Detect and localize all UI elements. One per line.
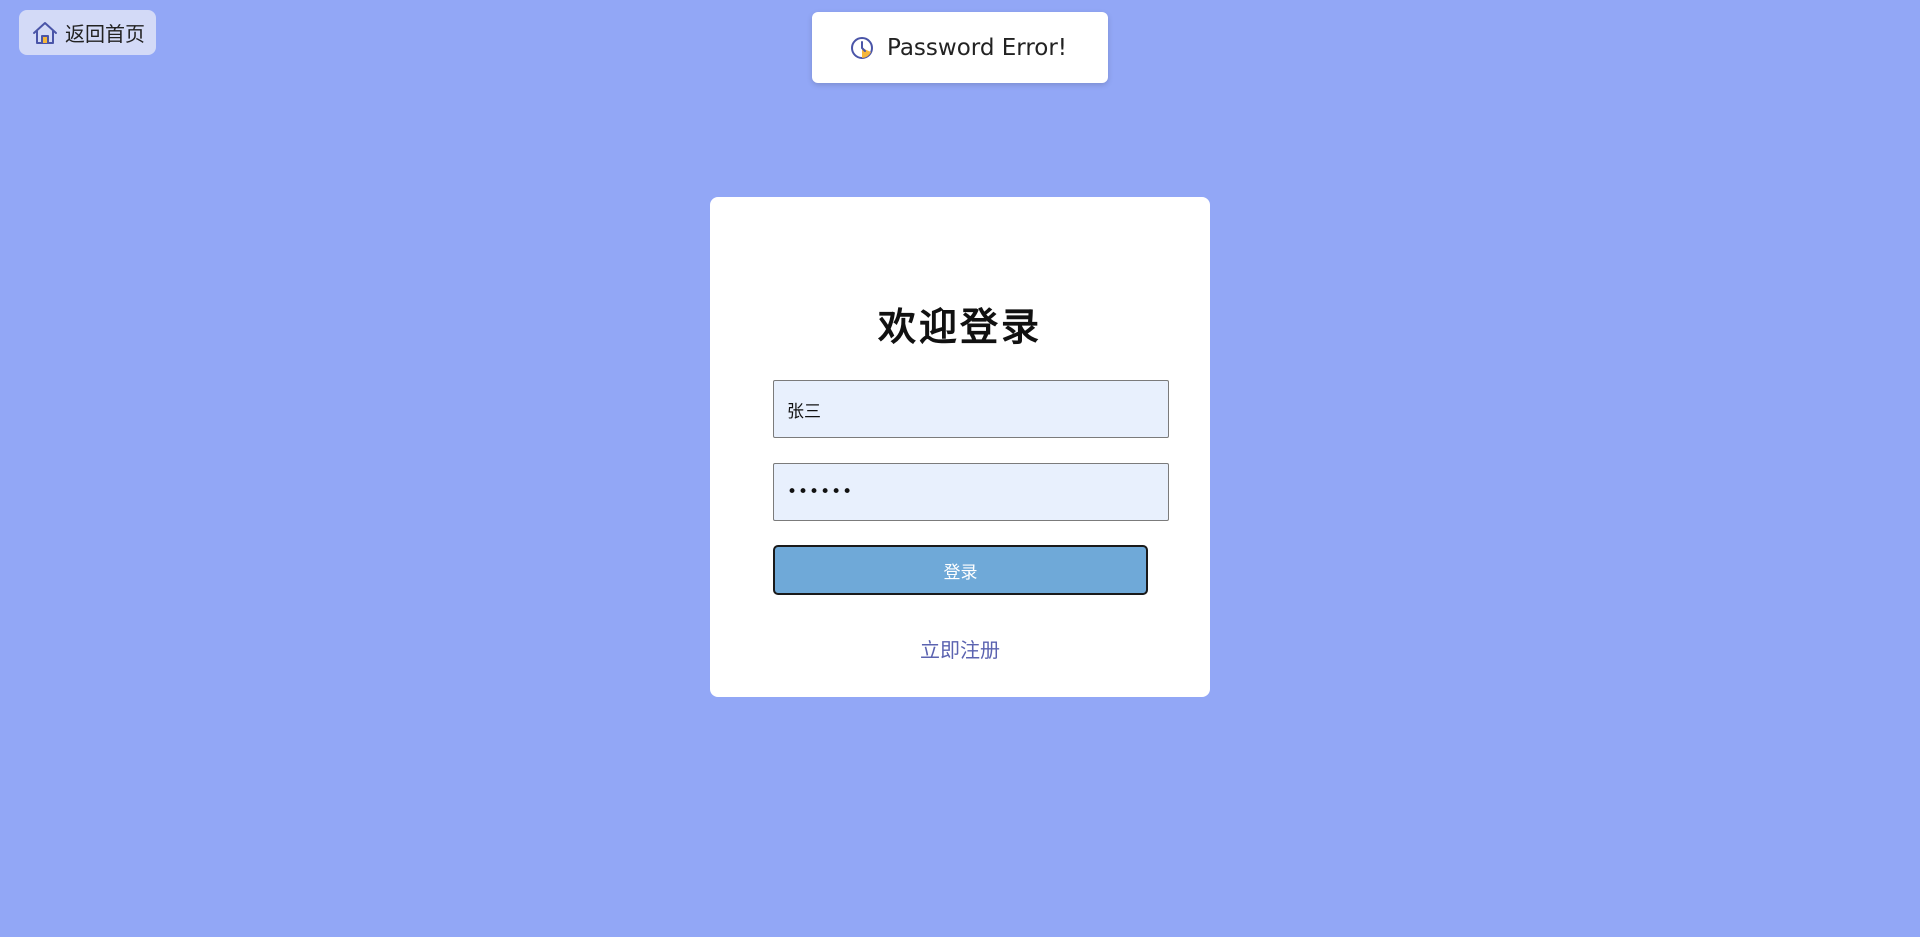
error-toast: Password Error!: [812, 12, 1108, 83]
home-icon: [31, 19, 59, 47]
username-input[interactable]: [773, 380, 1169, 438]
login-title: 欢迎登录: [877, 305, 1042, 349]
back-home-label: 返回首页: [65, 22, 145, 46]
login-button[interactable]: 登录: [773, 545, 1148, 595]
back-home-button[interactable]: 返回首页: [19, 10, 156, 55]
login-card: [710, 197, 1210, 697]
toast-message: Password Error!: [887, 34, 1068, 61]
clock-icon: [849, 35, 875, 61]
register-link[interactable]: 立即注册: [0, 634, 1920, 663]
password-input[interactable]: [773, 463, 1169, 521]
login-page: 返回首页 Password Error! 欢迎登录 登录 立即注册: [0, 0, 1920, 937]
